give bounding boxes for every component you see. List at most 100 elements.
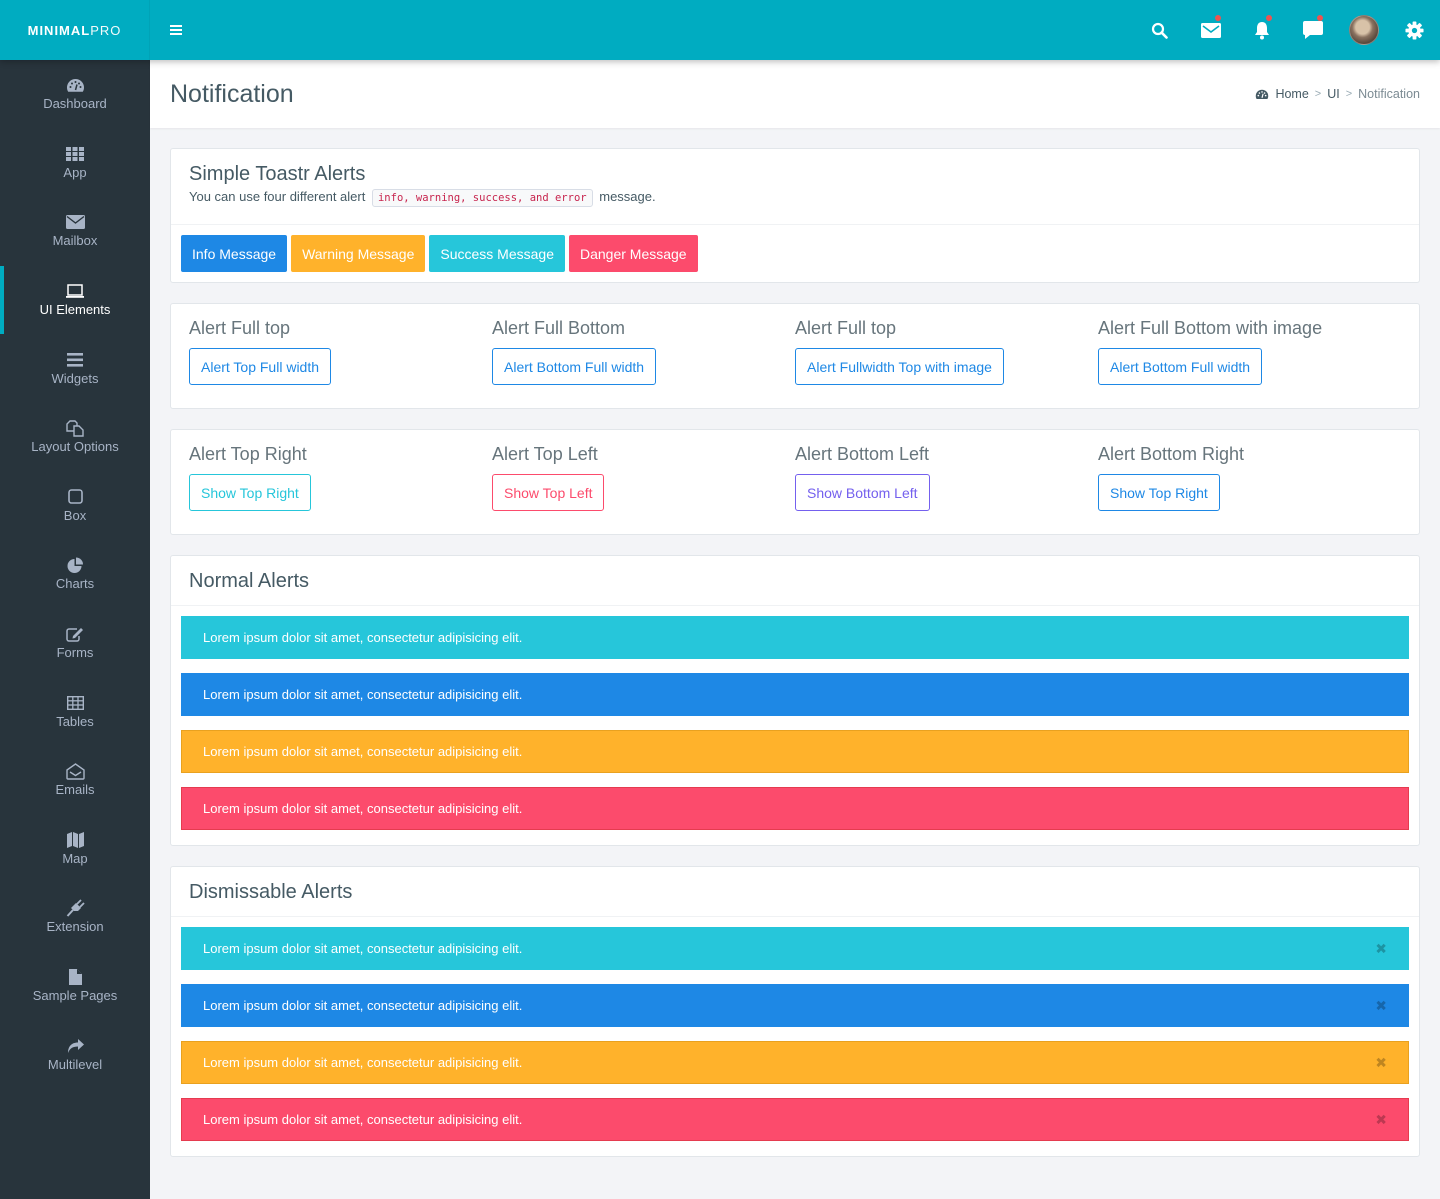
option-heading: Alert Top Left: [492, 444, 598, 464]
copy-icon: [66, 420, 84, 437]
sidebar-item-label: Box: [63, 507, 87, 523]
card-header: Simple Toastr Alerts You can use four di…: [171, 149, 1419, 225]
breadcrumb-ui[interactable]: UI: [1327, 87, 1340, 101]
card-description: You can use four different alert info, w…: [189, 189, 1401, 207]
sidebar-item-charts[interactable]: Charts: [0, 540, 150, 609]
notifications-button[interactable]: [1236, 0, 1287, 60]
sidebar-item-label: Multilevel: [47, 1056, 103, 1072]
alerts-list: Lorem ipsum dolor sit amet, consectetur …: [171, 606, 1419, 845]
settings-button[interactable]: [1389, 0, 1440, 60]
square-icon: [67, 489, 83, 505]
close-icon[interactable]: ✖: [1375, 940, 1387, 957]
warning-message-button[interactable]: Warning Message: [291, 235, 426, 272]
sidebar-item-emails[interactable]: Emails: [0, 746, 150, 815]
show-top-right-button[interactable]: Show Top Right: [189, 474, 311, 511]
position-option: Alert Bottom Left Show Bottom Left: [795, 444, 1098, 516]
alert-fullwidth-top-image-button[interactable]: Alert Fullwidth Top with image: [795, 348, 1004, 385]
content-area: Simple Toastr Alerts You can use four di…: [150, 128, 1440, 1157]
alert-danger: Lorem ipsum dolor sit amet, consectetur …: [181, 787, 1409, 830]
alert-text: Lorem ipsum dolor sit amet, consectetur …: [203, 998, 523, 1013]
notification-badge: [1317, 15, 1323, 21]
messages-button[interactable]: [1185, 0, 1236, 60]
sidebar-item-tables[interactable]: Tables: [0, 677, 150, 746]
option-heading: Alert Full top: [795, 318, 897, 338]
close-icon[interactable]: ✖: [1375, 1111, 1387, 1128]
sidebar-item-label: Mailbox: [52, 233, 98, 249]
brand-light: PRO: [90, 22, 122, 38]
map-icon: [66, 831, 85, 848]
success-message-button[interactable]: Success Message: [429, 235, 565, 272]
laptop-icon: [65, 283, 85, 299]
position-option: Alert Full top Alert Top Full width: [189, 318, 492, 390]
brand-logo[interactable]: MINIMAL PRO: [0, 0, 150, 60]
alert-bottom-full-width-button[interactable]: Alert Bottom Full width: [492, 348, 657, 385]
card-title: Normal Alerts: [189, 570, 310, 592]
alert-warning: Lorem ipsum dolor sit amet, consectetur …: [181, 1041, 1409, 1084]
option-heading: Alert Top Right: [189, 444, 307, 464]
mail-icon: [1200, 22, 1221, 38]
sidebar-item-multilevel[interactable]: Multilevel: [0, 1020, 150, 1089]
option-heading: Alert Full Bottom with image: [1098, 318, 1323, 338]
sidebar-item-label: Charts: [55, 576, 95, 592]
sidebar-item-sample-pages[interactable]: Sample Pages: [0, 952, 150, 1021]
breadcrumb-home[interactable]: Home: [1275, 87, 1308, 101]
alert-bottom-full-width-image-button[interactable]: Alert Bottom Full width: [1098, 348, 1263, 385]
sidebar-item-ui-elements[interactable]: UI Elements: [0, 265, 150, 335]
position-option: Alert Full Bottom with image Alert Botto…: [1098, 318, 1401, 390]
info-message-button[interactable]: Info Message: [181, 235, 288, 272]
bars-icon: [67, 352, 83, 368]
avatar: [1348, 15, 1379, 45]
sidebar-item-label: Map: [62, 850, 88, 866]
show-top-left-button[interactable]: Show Top Left: [492, 474, 605, 511]
close-icon[interactable]: ✖: [1375, 1054, 1387, 1071]
grid-icon: [66, 146, 84, 162]
sidebar-item-app[interactable]: App: [0, 129, 150, 198]
alert-warning: Lorem ipsum dolor sit amet, consectetur …: [181, 730, 1409, 773]
sidebar-item-layout-options[interactable]: Layout Options: [0, 403, 150, 472]
show-bottom-right-button[interactable]: Show Top Right: [1098, 474, 1220, 511]
card-header: Dismissable Alerts: [171, 867, 1419, 917]
sidebar-item-map[interactable]: Map: [0, 815, 150, 884]
show-bottom-left-button[interactable]: Show Bottom Left: [795, 474, 930, 511]
notification-badge: [1266, 15, 1272, 21]
sidebar-item-label: Tables: [56, 713, 94, 729]
sidebar-item-label: Forms: [56, 645, 94, 661]
card-title: Dismissable Alerts: [189, 881, 353, 903]
alert-top-full-width-button[interactable]: Alert Top Full width: [189, 348, 332, 385]
code-snippet: info, warning, success, and error: [371, 189, 593, 207]
position-option: Alert Top Left Show Top Left: [492, 444, 795, 516]
sidebar-item-dashboard[interactable]: Dashboard: [0, 60, 150, 129]
option-heading: Alert Full top: [189, 318, 291, 338]
option-heading: Alert Full Bottom: [492, 318, 626, 338]
sidebar-item-widgets[interactable]: Widgets: [0, 334, 150, 403]
position-option: Alert Full top Alert Fullwidth Top with …: [795, 318, 1098, 390]
sidebar-item-forms[interactable]: Forms: [0, 609, 150, 678]
top-icons: [1134, 0, 1440, 60]
sidebar-item-mailbox[interactable]: Mailbox: [0, 197, 150, 266]
sidebar-item-label: Emails: [55, 782, 95, 798]
envelope-open-icon: [65, 762, 85, 780]
simple-toastr-card: Simple Toastr Alerts You can use four di…: [170, 148, 1420, 283]
breadcrumb-current: Notification: [1358, 87, 1420, 101]
search-icon: [1151, 22, 1168, 39]
position-option: Alert Bottom Right Show Top Right: [1098, 444, 1401, 516]
breadcrumb-separator: >: [1345, 88, 1353, 100]
sidebar-item-extension[interactable]: Extension: [0, 883, 150, 952]
close-icon[interactable]: ✖: [1375, 997, 1387, 1014]
chat-icon: [1302, 20, 1323, 39]
sidebar-item-box[interactable]: Box: [0, 472, 150, 541]
menu-toggle-icon[interactable]: [170, 25, 182, 35]
profile-button[interactable]: [1338, 0, 1389, 60]
danger-message-button[interactable]: Danger Message: [568, 235, 698, 272]
gear-icon: [1405, 20, 1424, 40]
search-button[interactable]: [1134, 0, 1185, 60]
breadcrumb-separator: >: [1314, 88, 1322, 100]
alert-text: Lorem ipsum dolor sit amet, consectetur …: [203, 1112, 523, 1127]
desc-text: You can use four different alert: [189, 189, 366, 204]
alerts-list: Lorem ipsum dolor sit amet, consectetur …: [171, 917, 1419, 1156]
sidebar: Dashboard App Mailbox UI Elements Widget…: [0, 60, 150, 1199]
full-width-alerts-card: Alert Full top Alert Top Full width Aler…: [170, 303, 1420, 409]
sidebar-item-label: App: [63, 164, 87, 180]
notification-badge: [1215, 15, 1221, 21]
chat-button[interactable]: [1287, 0, 1338, 60]
